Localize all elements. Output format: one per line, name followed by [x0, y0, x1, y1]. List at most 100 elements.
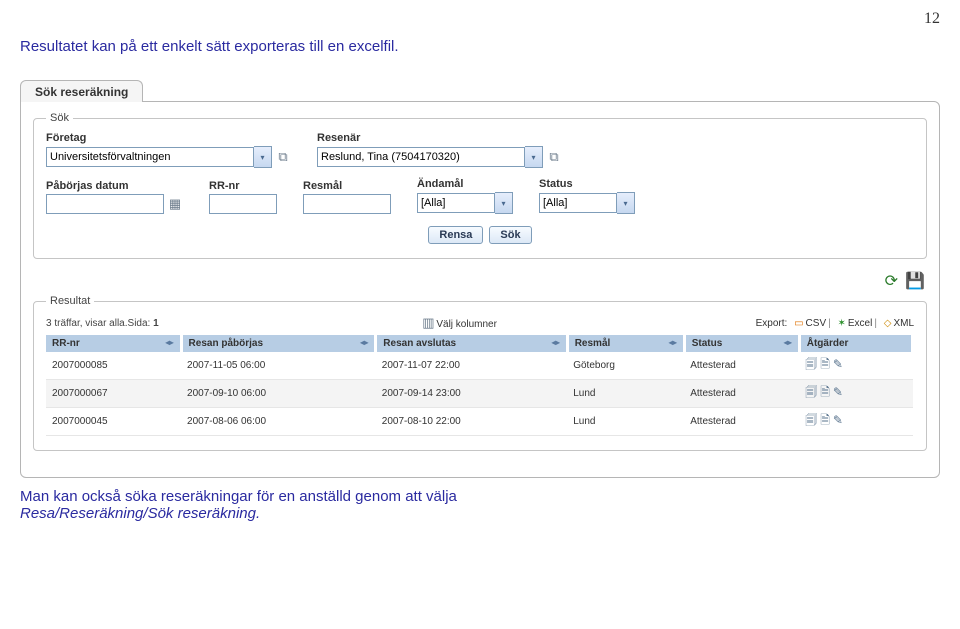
purpose-label: Ändamål	[417, 178, 513, 190]
table-row: 20070000452007-08-06 06:002007-08-10 22:…	[46, 408, 913, 436]
purpose-input[interactable]	[417, 193, 495, 213]
copy-icon[interactable]: 🗎	[820, 413, 830, 427]
chevron-down-icon: ▾	[531, 153, 535, 162]
results-legend: Resultat	[46, 295, 94, 307]
page-number: 12	[20, 10, 940, 28]
cell-rr: 2007000085	[46, 352, 181, 380]
dest-input[interactable]	[303, 194, 391, 214]
col-end[interactable]: Resan avslutas ◂▸	[376, 335, 567, 352]
cell-actions: 🗐🗎✎	[799, 380, 912, 408]
cell-status: Attesterad	[684, 352, 799, 380]
col-dest-label: Resmål	[575, 338, 611, 349]
cell-status: Attesterad	[684, 408, 799, 436]
company-label: Företag	[46, 132, 291, 144]
copy-icon[interactable]: 🗎	[820, 357, 830, 371]
col-rr[interactable]: RR-nr ◂▸	[46, 335, 181, 352]
cell-rr: 2007000067	[46, 380, 181, 408]
rr-label: RR-nr	[209, 180, 277, 192]
company-dropdown-button[interactable]: ▾	[254, 146, 272, 168]
start-date-input[interactable]	[46, 194, 164, 214]
cell-dest: Lund	[567, 380, 684, 408]
clear-button[interactable]: Rensa	[428, 226, 483, 244]
rr-input[interactable]	[209, 194, 277, 214]
cell-start: 2007-08-06 06:00	[181, 408, 376, 436]
export-links: Export: CSV| Excel| XML	[756, 318, 914, 329]
cell-rr: 2007000045	[46, 408, 181, 436]
col-status[interactable]: Status◂▸	[684, 335, 799, 352]
traveller-dropdown-button[interactable]: ▾	[525, 146, 543, 168]
search-legend: Sök	[46, 112, 73, 124]
edit-icon[interactable]: ✎	[833, 385, 843, 399]
traveller-field: Resenär ▾ ⧉	[317, 132, 562, 168]
col-start-label: Resan påbörjas	[189, 338, 263, 349]
view-icon[interactable]: 🗐	[805, 357, 817, 371]
cell-actions: 🗐🗎✎	[799, 408, 912, 436]
columns-icon: ▥	[420, 315, 436, 331]
cell-end: 2007-09-14 23:00	[376, 380, 567, 408]
export-sep: |	[874, 318, 877, 329]
copy-icon[interactable]: 🗎	[820, 385, 830, 399]
chevron-down-icon: ▾	[260, 153, 264, 162]
search-fieldset: Sök Företag ▾ ⧉ Resenär ▾ ⧉	[33, 112, 927, 259]
table-header-row: RR-nr ◂▸ Resan påbörjas ◂▸ Resan avslutas ◂…	[46, 335, 913, 352]
export-sep: |	[828, 318, 831, 329]
export-xml-link[interactable]: XML	[884, 318, 914, 329]
refresh-icon[interactable]: ⟳	[885, 273, 898, 290]
traveller-input[interactable]	[317, 147, 525, 167]
view-icon[interactable]: 🗐	[805, 413, 817, 427]
purpose-dropdown-button[interactable]: ▾	[495, 192, 513, 214]
chevron-down-icon: ▾	[501, 199, 505, 208]
tab-search-travel[interactable]: Sök reseräkning	[20, 80, 143, 102]
status-dropdown-button[interactable]: ▾	[617, 192, 635, 214]
cell-end: 2007-08-10 22:00	[376, 408, 567, 436]
col-end-label: Resan avslutas	[383, 338, 456, 349]
results-summary: 3 träffar, visar alla.Sida: 1	[46, 318, 159, 329]
calendar-icon[interactable]: ▦	[167, 196, 183, 212]
table-row: 20070000672007-09-10 06:002007-09-14 23:…	[46, 380, 913, 408]
cell-start: 2007-11-05 06:00	[181, 352, 376, 380]
cell-status: Attesterad	[684, 380, 799, 408]
cell-dest: Göteborg	[567, 352, 684, 380]
results-page-current: 1	[153, 318, 159, 329]
choose-columns-label: Välj kolumner	[436, 319, 497, 330]
traveller-picker-icon[interactable]: ⧉	[546, 149, 562, 165]
cell-dest: Lund	[567, 408, 684, 436]
view-icon[interactable]: 🗐	[805, 385, 817, 399]
tab-panel: Sök Företag ▾ ⧉ Resenär ▾ ⧉	[20, 101, 940, 478]
edit-icon[interactable]: ✎	[833, 413, 843, 427]
sort-icon: ◂▸	[552, 338, 560, 347]
export-csv-link[interactable]: CSV	[794, 318, 826, 329]
start-date-label: Påbörjas datum	[46, 180, 183, 192]
start-date-field: Påbörjas datum ▦	[46, 180, 183, 214]
tab-container: Sök reseräkning Sök Företag ▾ ⧉ Resenär	[20, 80, 940, 478]
outro-line-1: Man kan också söka reseräkningar för en …	[20, 488, 457, 505]
sort-icon: ◂▸	[166, 338, 174, 347]
edit-icon[interactable]: ✎	[833, 357, 843, 371]
outro-text: Man kan också söka reseräkningar för en …	[20, 488, 940, 522]
col-dest[interactable]: Resmål◂▸	[567, 335, 684, 352]
traveller-label: Resenär	[317, 132, 562, 144]
company-picker-icon[interactable]: ⧉	[275, 149, 291, 165]
results-table: RR-nr ◂▸ Resan påbörjas ◂▸ Resan avslutas ◂…	[46, 335, 914, 436]
results-summary-text: 3 träffar, visar alla.Sida:	[46, 318, 153, 329]
chevron-down-icon: ▾	[623, 199, 627, 208]
company-field: Företag ▾ ⧉	[46, 132, 291, 168]
status-input[interactable]	[539, 193, 617, 213]
results-fieldset: Resultat 3 träffar, visar alla.Sida: 1 ▥…	[33, 295, 927, 451]
search-button[interactable]: Sök	[489, 226, 531, 244]
sort-icon: ◂▸	[360, 338, 368, 347]
intro-text: Resultatet kan på ett enkelt sätt export…	[20, 38, 940, 55]
col-actions-label: Åtgärder	[807, 338, 849, 349]
col-actions: Åtgärder	[799, 335, 912, 352]
cell-actions: 🗐🗎✎	[799, 352, 912, 380]
export-excel-link[interactable]: Excel	[838, 318, 873, 329]
col-rr-label: RR-nr	[52, 338, 80, 349]
status-field: Status ▾	[539, 178, 635, 214]
save-icon[interactable]: 💾	[905, 273, 925, 290]
col-start[interactable]: Resan påbörjas ◂▸	[181, 335, 376, 352]
outro-line-2: Resa/Reseräkning/Sök reseräkning.	[20, 505, 260, 522]
company-input[interactable]	[46, 147, 254, 167]
status-label: Status	[539, 178, 635, 190]
choose-columns[interactable]: ▥Välj kolumner	[417, 315, 497, 331]
purpose-field: Ändamål ▾	[417, 178, 513, 214]
